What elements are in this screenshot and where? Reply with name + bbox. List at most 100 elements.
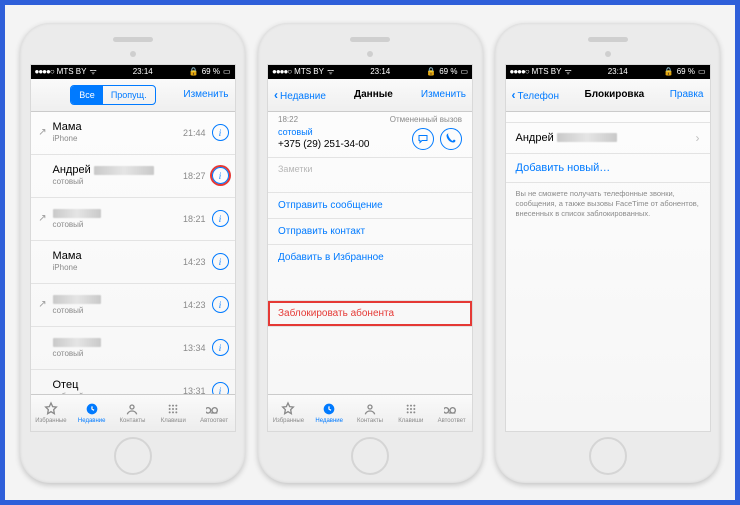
speaker [588,37,628,42]
blurred-text [53,209,101,218]
tab-contacts[interactable]: Контакты [350,395,391,431]
keypad-icon [165,401,181,417]
seg-all[interactable]: Все [71,86,103,104]
edit-button[interactable]: Правка [670,89,704,100]
caller-name: Андрей [53,164,183,177]
recent-row[interactable]: ↗ сотовый 14:23 i [31,284,235,327]
wifi-icon: ᯤ [89,66,96,77]
phone-3: ●●●●○MTS BYᯤ 23:14 🔒69 %▭ ‹Телефон Блоки… [495,23,720,483]
tab-bar: Избранные Недавние Контакты Клавиши [31,394,235,431]
call-time: 18:21 [183,214,206,224]
call-time: 13:31 [183,386,206,394]
info-icon[interactable]: i [212,124,229,141]
person-icon [124,401,140,417]
blurred-text [53,295,101,304]
caller-name: Отец [53,379,183,392]
home-button[interactable] [114,437,152,475]
tab-voicemail[interactable]: Автоответ [431,395,472,431]
phone-icon[interactable] [440,128,462,150]
blocked-contact-row[interactable]: Андрей › [506,122,710,154]
nav-bar: Все Пропущ. Изменить [31,79,235,112]
tab-favorites[interactable]: Избранные [31,395,72,431]
caller-sub: сотовый [53,306,183,316]
speaker [113,37,153,42]
blurred-text [557,133,617,142]
recent-row[interactable]: Мама iPhone 14:23 i [31,241,235,284]
comparison-frame: ●●●●○ MTS BY ᯤ 23:14 🔒 69 % ▭ Все Пропущ… [0,0,740,505]
call-time: 14:23 [183,300,206,310]
recent-row[interactable]: Андрей сотовый 18:27 i [31,155,235,198]
status-bar: ●●●●○MTS BYᯤ 23:14 🔒69 %▭ [268,65,472,79]
action-send-message[interactable]: Отправить сообщение [268,192,472,218]
caller-sub: iPhone [53,263,183,273]
home-button[interactable] [351,437,389,475]
seg-missed[interactable]: Пропущ. [103,86,155,104]
call-time-label: 18:22 [278,112,308,124]
tab-keypad[interactable]: Клавиши [153,395,194,431]
phone-1: ●●●●○ MTS BY ᯤ 23:14 🔒 69 % ▭ Все Пропущ… [20,23,245,483]
tab-contacts[interactable]: Контакты [112,395,153,431]
add-new-button[interactable]: Добавить новый… [506,154,710,183]
info-icon[interactable]: i [212,253,229,270]
caller-sub: сотовый [53,349,183,359]
front-camera [130,51,136,57]
info-icon[interactable]: i [212,382,229,394]
tab-recents[interactable]: Недавние [309,395,350,431]
home-button[interactable] [589,437,627,475]
tab-recents[interactable]: Недавние [71,395,112,431]
call-time: 21:44 [183,128,206,138]
nav-bar: ‹Недавние Данные Изменить [268,79,472,112]
info-icon[interactable]: i [212,167,229,184]
signal-icon: ●●●●○ [35,67,54,76]
blocked-contact-name: Андрей [516,132,554,144]
action-share-contact[interactable]: Отправить контакт [268,218,472,244]
page-title: Блокировка [559,89,670,100]
recent-row[interactable]: ↗ сотовый 18:21 i [31,198,235,241]
recent-row[interactable]: сотовый 13:34 i [31,327,235,370]
tab-voicemail[interactable]: Автоответ [194,395,235,431]
action-block-caller[interactable]: Заблокировать абонента [268,300,472,327]
blocked-body: Андрей › Добавить новый… Вы не сможете п… [506,112,710,431]
info-icon[interactable]: i [212,210,229,227]
chevron-left-icon: ‹ [274,88,278,102]
outgoing-icon: ↗ [37,213,49,224]
caller-name: Мама [53,121,183,134]
front-camera [605,51,611,57]
status-bar: ●●●●○ MTS BY ᯤ 23:14 🔒 69 % ▭ [31,65,235,79]
status-bar: ●●●●○MTS BYᯤ 23:14 🔒69 %▭ [506,65,710,79]
voicemail-icon [206,401,222,417]
caller-sub: iPhone [53,134,183,144]
recent-row[interactable]: Отец рабочий 13:31 i [31,370,235,394]
screen-blocked-list: ●●●●○MTS BYᯤ 23:14 🔒69 %▭ ‹Телефон Блоки… [505,64,711,432]
back-button[interactable]: ‹Недавние [274,88,326,102]
recent-row[interactable]: ↗ Мама iPhone 21:44 i [31,112,235,155]
outgoing-icon: ↗ [37,299,49,310]
star-icon [43,401,59,417]
screen-contact-detail: ●●●●○MTS BYᯤ 23:14 🔒69 %▭ ‹Недавние Данн… [267,64,473,432]
blurred-text [94,166,154,175]
back-button[interactable]: ‹Телефон [512,88,559,102]
action-add-favorite[interactable]: Добавить в Избранное [268,244,472,270]
tab-favorites[interactable]: Избранные [268,395,309,431]
chevron-right-icon: › [696,131,700,145]
chevron-left-icon: ‹ [512,88,516,102]
notes-field[interactable]: Заметки [268,158,472,192]
call-time: 18:27 [183,171,206,181]
outgoing-icon: ↗ [37,127,49,138]
message-icon[interactable] [412,128,434,150]
screen-recents: ●●●●○ MTS BY ᯤ 23:14 🔒 69 % ▭ Все Пропущ… [30,64,236,432]
tab-keypad[interactable]: Клавиши [390,395,431,431]
phone-2: ●●●●○MTS BYᯤ 23:14 🔒69 %▭ ‹Недавние Данн… [258,23,483,483]
segmented-control[interactable]: Все Пропущ. [70,85,155,105]
blocked-footnote: Вы не сможете получать телефонные звонки… [506,183,710,225]
phone-entry: сотовый +375 (29) 251-34-00 [268,124,472,159]
recents-list[interactable]: ↗ Мама iPhone 21:44 i Андрей [31,112,235,394]
front-camera [367,51,373,57]
carrier-label: MTS BY [57,67,87,76]
info-icon[interactable]: i [212,296,229,313]
edit-button[interactable]: Изменить [421,89,466,100]
detail-body[interactable]: 18:22 Отмененный вызов сотовый +375 (29)… [268,112,472,394]
info-icon[interactable]: i [212,339,229,356]
edit-button[interactable]: Изменить [183,89,228,100]
call-status-label: Отмененный вызов [380,112,462,124]
